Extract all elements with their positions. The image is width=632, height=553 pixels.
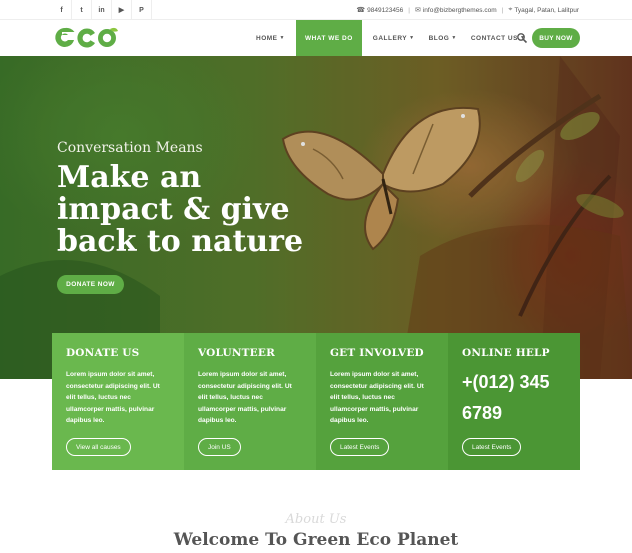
- main-nav: HOME ▼ WHAT WE DO GALLERY ▼ BLOG ▼ CONTACT …: [249, 20, 532, 56]
- card-title: DONATE US: [66, 347, 140, 359]
- latest-events-button[interactable]: Latest Events: [330, 438, 390, 456]
- nav-blog-label: BLOG: [428, 34, 450, 42]
- card-title: VOLUNTEER: [198, 347, 276, 359]
- online-help-card: ONLINE HELP +(012) 345 6789 Latest Event…: [448, 333, 580, 470]
- donate-now-button[interactable]: DONATE NOW: [57, 275, 124, 294]
- search-icon[interactable]: [516, 32, 528, 44]
- contact-info: ☎ 9849123456 | ✉ info@bizbergthemes.com …: [356, 0, 579, 20]
- linkedin-icon[interactable]: in: [92, 0, 112, 20]
- nav-gallery-label: GALLERY: [372, 34, 408, 42]
- card-text: Lorem ipsum dolor sit amet, consectetur …: [198, 371, 292, 424]
- card-text: Lorem ipsum dolor sit amet, consectetur …: [66, 371, 160, 424]
- feature-boxes: DONATE US Lorem ipsum dolor sit amet, co…: [52, 333, 580, 470]
- divider: |: [408, 6, 410, 14]
- card-text: Lorem ipsum dolor sit amet, consectetur …: [330, 371, 424, 424]
- nav-home-label: HOME: [256, 34, 278, 42]
- social-links: f t in ▶ P: [52, 0, 152, 20]
- card-title: ONLINE HELP: [462, 347, 550, 359]
- divider: |: [501, 6, 504, 14]
- chevron-down-icon: ▼: [279, 35, 285, 41]
- hero-banner: Conversation Means Make an impact & give…: [0, 56, 632, 379]
- youtube-icon[interactable]: ▶: [112, 0, 132, 20]
- phone-icon: ☎: [356, 7, 366, 14]
- hero-title: Make an impact & give back to nature: [57, 160, 304, 259]
- location-pin-icon: ⌖: [508, 6, 513, 13]
- about-us-script-heading: About Us: [285, 512, 347, 527]
- welcome-heading: Welcome To Green Eco Planet: [173, 530, 459, 550]
- hero-subtitle: Conversation Means: [57, 140, 203, 156]
- get-involved-card: GET INVOLVED Lorem ipsum dolor sit amet,…: [316, 333, 448, 470]
- nav-home[interactable]: HOME ▼: [249, 20, 292, 56]
- nav-what-we-do[interactable]: WHAT WE DO: [295, 20, 362, 56]
- help-phone-number[interactable]: +(012) 345 6789: [462, 367, 566, 429]
- chevron-down-icon: ▼: [451, 35, 457, 41]
- nav-contact-us-label: CONTACT US: [470, 34, 518, 42]
- site-header: HOME ▼ WHAT WE DO GALLERY ▼ BLOG ▼ CONTACT …: [0, 20, 632, 56]
- page: f t in ▶ P ☎ 9849123456 | ✉ info@bizberg…: [0, 0, 632, 553]
- eco-logo[interactable]: [54, 25, 118, 51]
- pinterest-icon[interactable]: P: [132, 0, 152, 20]
- view-all-causes-button[interactable]: View all causes: [66, 438, 131, 456]
- nav-gallery[interactable]: GALLERY ▼: [366, 20, 422, 56]
- nav-what-we-do-label: WHAT WE DO: [304, 34, 353, 42]
- chevron-down-icon: ▼: [409, 35, 415, 41]
- location-text: Tyagal, Patan, Lalitpur: [514, 6, 579, 14]
- volunteer-card: VOLUNTEER Lorem ipsum dolor sit amet, co…: [184, 333, 316, 470]
- top-bar: f t in ▶ P ☎ 9849123456 | ✉ info@bizberg…: [0, 0, 632, 20]
- donate-us-card: DONATE US Lorem ipsum dolor sit amet, co…: [52, 333, 184, 470]
- buy-now-button[interactable]: BUY NOW: [532, 28, 580, 48]
- facebook-icon[interactable]: f: [52, 0, 72, 20]
- join-us-button[interactable]: Join US: [198, 438, 241, 456]
- card-title: GET INVOLVED: [330, 347, 424, 359]
- nav-blog[interactable]: BLOG ▼: [422, 20, 464, 56]
- phone-number[interactable]: 9849123456: [367, 7, 403, 14]
- twitter-icon[interactable]: t: [72, 0, 92, 20]
- chat-icon: ✉: [414, 7, 421, 14]
- email-address[interactable]: info@bizbergthemes.com: [423, 7, 497, 14]
- latest-events-button[interactable]: Latest Events: [462, 438, 522, 456]
